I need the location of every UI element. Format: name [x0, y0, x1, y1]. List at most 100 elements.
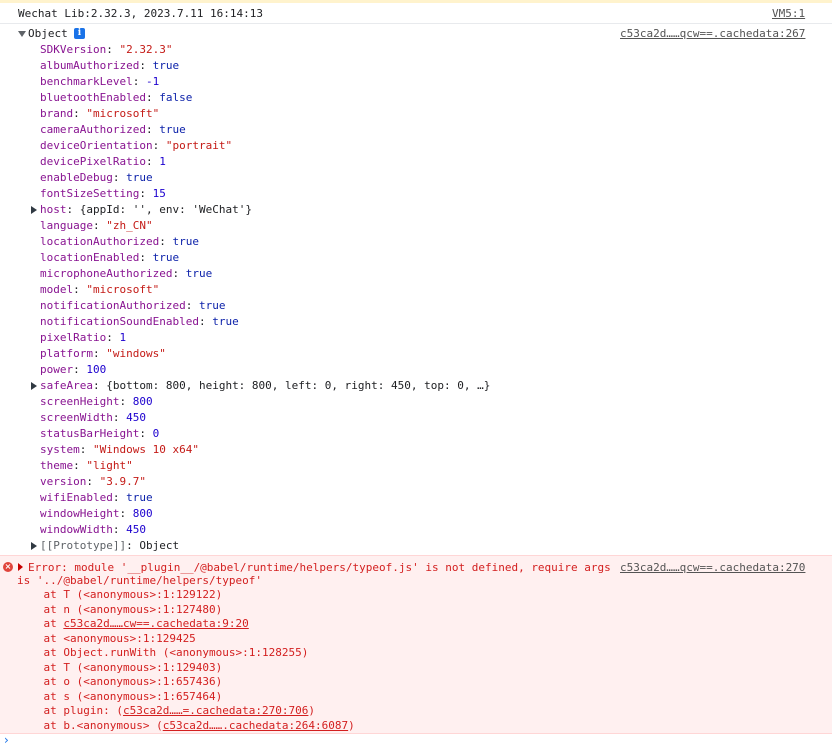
- info-icon[interactable]: i: [74, 28, 85, 39]
- property-value: 15: [152, 187, 166, 200]
- stack-frame: at T (<anonymous>:1:129122): [17, 588, 222, 602]
- stack-frame: at <anonymous>:1:129425: [17, 632, 195, 646]
- property-key: model: [40, 283, 74, 296]
- stack-frame-link[interactable]: c53ca2d……=.cachedata:270:706: [123, 704, 308, 717]
- stack-frame: at T (<anonymous>:1:129403): [17, 661, 222, 675]
- log-source-link[interactable]: VM5:1: [772, 7, 805, 20]
- error-message-line2: is '../@babel/runtime/helpers/typeof': [17, 574, 263, 587]
- property-key: wifiEnabled: [40, 491, 113, 504]
- property-key: theme: [40, 459, 74, 472]
- property-row: SDKVersion: "2.32.3": [40, 43, 173, 56]
- error-message-block: × Error: module '__plugin__/@babel/runti…: [0, 555, 832, 734]
- prototype-key: [[Prototype]]: [40, 539, 127, 552]
- property-key: deviceOrientation: [40, 139, 153, 152]
- property-key: safeArea: [40, 379, 93, 392]
- property-row: screenHeight: 800: [40, 395, 153, 408]
- property-row: notificationSoundEnabled: true: [40, 315, 239, 328]
- property-value: "microsoft": [86, 107, 160, 120]
- stack-frame-suffix: ): [308, 704, 316, 717]
- stack-frame-link[interactable]: c53ca2d……cw==.cachedata:9:20: [63, 617, 248, 630]
- log-message-row: Wechat Lib:2.32.3, 2023.7.11 16:14:13 VM…: [0, 3, 832, 24]
- stack-frame-link[interactable]: c53ca2d…….cachedata:264:6087: [163, 719, 348, 732]
- property-value: {bottom: 800, height: 800, left: 0, righ…: [106, 379, 491, 392]
- property-row: power: 100: [40, 363, 107, 376]
- property-row: windowHeight: 800: [40, 507, 153, 520]
- property-key: SDKVersion: [40, 43, 107, 56]
- property-value: 450: [126, 411, 146, 424]
- property-key: benchmarkLevel: [40, 75, 133, 88]
- property-value: true: [152, 251, 180, 264]
- error-source-link[interactable]: c53ca2d……qcw==.cachedata:270: [620, 561, 805, 575]
- property-row: enableDebug: true: [40, 171, 153, 184]
- expand-triangle-icon[interactable]: [31, 382, 37, 390]
- property-value: true: [185, 267, 213, 280]
- property-key: enableDebug: [40, 171, 113, 184]
- stack-frame: at plugin: (c53ca2d……=.cachedata:270:706…: [17, 704, 315, 718]
- property-key: devicePixelRatio: [40, 155, 146, 168]
- expand-triangle-icon[interactable]: [18, 31, 26, 37]
- property-value: true: [172, 235, 199, 248]
- stack-frame-text: at T (<anonymous>:1:129122): [17, 588, 223, 601]
- property-key: albumAuthorized: [40, 59, 140, 72]
- expand-triangle-icon[interactable]: [31, 542, 37, 550]
- property-key: screenWidth: [40, 411, 113, 424]
- property-value: "2.32.3": [119, 43, 173, 56]
- property-value: 450: [126, 523, 146, 536]
- stack-frame-text: at n (<anonymous>:1:127480): [17, 602, 223, 616]
- property-value: 1: [159, 155, 166, 168]
- property-key: windowWidth: [40, 523, 113, 536]
- collapse-triangle-icon[interactable]: [18, 563, 23, 571]
- property-row: cameraAuthorized: true: [40, 123, 186, 136]
- property-key: bluetoothEnabled: [40, 91, 146, 104]
- console-prompt[interactable]: ›: [0, 733, 832, 747]
- stack-frame: at Object.runWith (<anonymous>:1:128255): [17, 646, 308, 660]
- object-source-link[interactable]: c53ca2d……qcw==.cachedata:267: [620, 27, 805, 40]
- property-key: brand: [40, 107, 74, 120]
- property-row: albumAuthorized: true: [40, 59, 180, 72]
- property-row: notificationAuthorized: true: [40, 299, 226, 312]
- property-key: locationAuthorized: [40, 235, 160, 248]
- stack-frame-text: at: [17, 617, 64, 630]
- expand-triangle-icon[interactable]: [31, 206, 37, 214]
- property-value: "zh_CN": [106, 219, 153, 232]
- property-row: locationEnabled: true: [40, 251, 180, 264]
- property-row: platform: "windows": [40, 347, 166, 360]
- property-row: model: "microsoft": [40, 283, 160, 296]
- stack-frame: at o (<anonymous>:1:657436): [17, 675, 222, 689]
- property-value: true: [126, 491, 153, 504]
- property-key: language: [40, 219, 93, 232]
- prototype-row[interactable]: [[Prototype]]: Object: [0, 538, 832, 554]
- property-key: host: [40, 203, 67, 216]
- property-value: "portrait": [165, 139, 233, 152]
- object-label: Object: [28, 27, 68, 40]
- property-row: pixelRatio: 1: [40, 331, 127, 344]
- property-value: 1: [119, 331, 127, 344]
- prompt-chevron-icon: ›: [4, 733, 9, 747]
- stack-frame: at s (<anonymous>:1:657464): [17, 690, 222, 704]
- stack-frame: at n (<anonymous>:1:127480): [17, 603, 222, 617]
- property-row: version: "3.9.7": [40, 475, 146, 488]
- property-key: cameraAuthorized: [40, 123, 146, 136]
- property-row: bluetoothEnabled: false: [40, 91, 193, 104]
- stack-frame-text: at T (<anonymous>:1:129403): [17, 660, 223, 674]
- property-value: true: [198, 299, 226, 312]
- property-row: fontSizeSetting: 15: [40, 187, 166, 200]
- object-header[interactable]: Object i c53ca2d……qcw==.cachedata:267: [0, 26, 832, 42]
- property-row: brand: "microsoft": [40, 107, 160, 120]
- property-row[interactable]: host: {appId: '', env: 'WeChat'}: [0, 202, 832, 218]
- error-message-line1: Error: module '__plugin__/@babel/runtime…: [28, 561, 611, 574]
- property-row: theme: "light": [40, 459, 133, 472]
- property-row: statusBarHeight: 0: [40, 427, 160, 440]
- property-row: windowWidth: 450: [40, 523, 146, 536]
- property-row: language: "zh_CN": [40, 219, 153, 232]
- property-value: 0: [152, 427, 160, 440]
- property-key: statusBarHeight: [40, 427, 140, 440]
- property-row: microphoneAuthorized: true: [40, 267, 213, 280]
- property-row[interactable]: safeArea: {bottom: 800, height: 800, lef…: [0, 378, 832, 394]
- stack-frame-text: at s (<anonymous>:1:657464): [17, 689, 223, 703]
- property-key: screenHeight: [40, 395, 120, 408]
- stack-frame-text: at plugin: (: [17, 704, 123, 717]
- property-value: "microsoft": [86, 283, 160, 296]
- stack-frame-text: at Object.runWith (<anonymous>:1:128255): [17, 646, 309, 659]
- property-value: {appId: '', env: 'WeChat'}: [79, 203, 252, 216]
